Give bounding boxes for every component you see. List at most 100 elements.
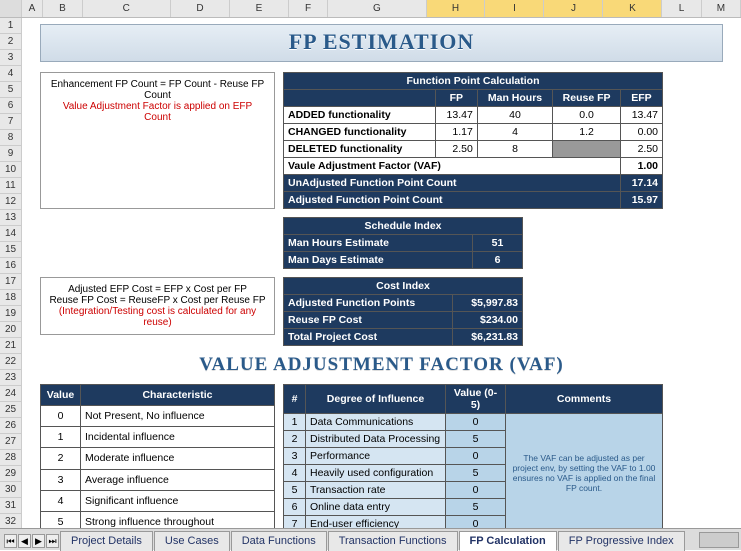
col-header-L[interactable]: L: [662, 0, 701, 17]
vaf-value-cell[interactable]: 0: [446, 414, 506, 431]
row-header-18[interactable]: 18: [0, 290, 22, 306]
fpc-mh[interactable]: 4: [477, 124, 552, 141]
row-header-29[interactable]: 29: [0, 466, 22, 482]
vaf-degree: Online data entry: [306, 499, 446, 516]
vaf-legend-val: 2: [41, 448, 81, 469]
row-header-9[interactable]: 9: [0, 146, 22, 162]
fpc-efp[interactable]: 2.50: [620, 141, 662, 158]
col-header-K[interactable]: K: [603, 0, 662, 17]
row-header-8[interactable]: 8: [0, 130, 22, 146]
select-all-corner[interactable]: [0, 0, 22, 17]
col-header-J[interactable]: J: [544, 0, 603, 17]
fpc-mh[interactable]: 8: [477, 141, 552, 158]
row-header-21[interactable]: 21: [0, 338, 22, 354]
vaf-value-cell[interactable]: 5: [446, 499, 506, 516]
fpc-table[interactable]: Function Point Calculation FPMan HoursRe…: [283, 72, 663, 209]
tab-nav-last-icon[interactable]: ⏭: [46, 534, 59, 548]
sheet-tab[interactable]: Transaction Functions: [328, 531, 458, 551]
row-header-22[interactable]: 22: [0, 354, 22, 370]
row-header-6[interactable]: 6: [0, 98, 22, 114]
fpc-fp[interactable]: 1.17: [435, 124, 477, 141]
col-header-G[interactable]: G: [328, 0, 426, 17]
row-header-15[interactable]: 15: [0, 242, 22, 258]
fpc-row-label: CHANGED functionality: [284, 124, 436, 141]
col-header-D[interactable]: D: [171, 0, 230, 17]
row-header-25[interactable]: 25: [0, 402, 22, 418]
row-header-23[interactable]: 23: [0, 370, 22, 386]
col-header-M[interactable]: M: [702, 0, 741, 17]
note-text: Reuse FP Cost = ReuseFP x Cost per Reuse…: [49, 295, 266, 306]
row-header-1[interactable]: 1: [0, 18, 22, 34]
vaf-value-cell[interactable]: 0: [446, 482, 506, 499]
sheet-tab[interactable]: Data Functions: [231, 531, 327, 551]
fpc-reuse[interactable]: 1.2: [553, 124, 621, 141]
horizontal-scrollbar[interactable]: [699, 532, 739, 548]
row-header-14[interactable]: 14: [0, 226, 22, 242]
fp-estimation-banner: FP ESTIMATION: [40, 24, 723, 62]
row-header-3[interactable]: 3: [0, 50, 22, 66]
row-header-19[interactable]: 19: [0, 306, 22, 322]
row-header-5[interactable]: 5: [0, 82, 22, 98]
note-text-red: Value Adjustment Factor is applied on EF…: [49, 101, 266, 123]
vaf-influence-table[interactable]: # Degree of Influence Value (0-5) Commen…: [283, 384, 663, 528]
fpc-reuse[interactable]: [553, 141, 621, 158]
column-headers: ABCDEFGHIJKLM: [0, 0, 741, 18]
fpc-efp[interactable]: 13.47: [620, 107, 662, 124]
col-header-H[interactable]: H: [427, 0, 486, 17]
row-header-31[interactable]: 31: [0, 498, 22, 514]
tab-nav-prev-icon[interactable]: ◀: [18, 534, 31, 548]
row-header-12[interactable]: 12: [0, 194, 22, 210]
fpc-col-header: Reuse FP: [553, 90, 621, 107]
fpc-mh[interactable]: 40: [477, 107, 552, 124]
row-header-13[interactable]: 13: [0, 210, 22, 226]
fpc-fp[interactable]: 2.50: [435, 141, 477, 158]
row-header-27[interactable]: 27: [0, 434, 22, 450]
fpc-fp[interactable]: 13.47: [435, 107, 477, 124]
tab-nav-first-icon[interactable]: ⏮: [4, 534, 17, 548]
row-header-28[interactable]: 28: [0, 450, 22, 466]
vaf-value-cell[interactable]: 5: [446, 465, 506, 482]
row-header-17[interactable]: 17: [0, 274, 22, 290]
fpc-efp[interactable]: 0.00: [620, 124, 662, 141]
efp-note-box: Enhancement FP Count = FP Count - Reuse …: [40, 72, 275, 209]
sheet-tab[interactable]: FP Calculation: [459, 531, 557, 551]
tab-nav-next-icon[interactable]: ▶: [32, 534, 45, 548]
sheet-tab-bar: ⏮ ◀ ▶ ⏭ Project DetailsUse CasesData Fun…: [0, 528, 741, 550]
row-header-16[interactable]: 16: [0, 258, 22, 274]
row-header-11[interactable]: 11: [0, 178, 22, 194]
sheet-tab[interactable]: Project Details: [60, 531, 153, 551]
row-header-2[interactable]: 2: [0, 34, 22, 50]
sheet-tab[interactable]: FP Progressive Index: [558, 531, 685, 551]
schedule-table[interactable]: Schedule Index Man Hours Estimate51Man D…: [283, 217, 523, 269]
vaf-row-num: 7: [284, 516, 306, 529]
col-header-E[interactable]: E: [230, 0, 289, 17]
row-header-30[interactable]: 30: [0, 482, 22, 498]
cost-table[interactable]: Cost Index Adjusted Function Points$5,99…: [283, 277, 523, 346]
row-header-4[interactable]: 4: [0, 66, 22, 82]
vaf-value-cell[interactable]: 5: [446, 431, 506, 448]
col-header-A[interactable]: A: [22, 0, 44, 17]
row-header-20[interactable]: 20: [0, 322, 22, 338]
vaf-value-cell[interactable]: 0: [446, 448, 506, 465]
col-header-C[interactable]: C: [83, 0, 171, 17]
vaf-value-cell[interactable]: 0: [446, 516, 506, 529]
vaf-legend-table[interactable]: ValueCharacteristic 0Not Present, No inf…: [40, 384, 275, 528]
row-header-10[interactable]: 10: [0, 162, 22, 178]
cost-val: $5,997.83: [453, 295, 523, 312]
col-header-F[interactable]: F: [289, 0, 328, 17]
adj-value: 15.97: [620, 192, 662, 209]
col-header-I[interactable]: I: [485, 0, 544, 17]
row-header-7[interactable]: 7: [0, 114, 22, 130]
vaf-value[interactable]: 1.00: [620, 158, 662, 175]
vaf-row-num: 1: [284, 414, 306, 431]
vaf-left-h1: Value: [41, 385, 81, 406]
row-header-24[interactable]: 24: [0, 386, 22, 402]
fpc-reuse[interactable]: 0.0: [553, 107, 621, 124]
worksheet-area[interactable]: FP ESTIMATION Enhancement FP Count = FP …: [22, 18, 741, 528]
cost-header: Cost Index: [284, 278, 523, 295]
row-header-26[interactable]: 26: [0, 418, 22, 434]
sheet-tab[interactable]: Use Cases: [154, 531, 230, 551]
row-headers: 1234567891011121314151617181920212223242…: [0, 18, 22, 546]
col-header-B[interactable]: B: [43, 0, 82, 17]
vaf-legend-char: Strong influence throughout: [81, 511, 275, 528]
